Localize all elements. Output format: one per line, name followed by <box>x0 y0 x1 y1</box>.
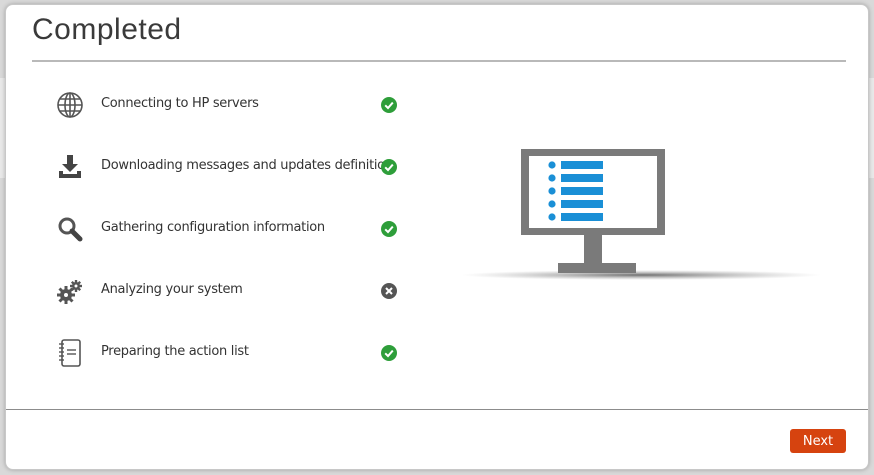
x-circle-icon <box>381 283 397 299</box>
dialog-title: Completed <box>32 13 182 46</box>
globe-icon <box>50 85 90 125</box>
check-icon <box>381 97 397 113</box>
step-preparing: Preparing the action list <box>50 333 410 395</box>
magnifier-icon <box>50 209 90 249</box>
step-gathering: Gathering configuration information <box>50 209 410 271</box>
step-label: Gathering configuration information <box>101 220 325 235</box>
monitor-list-icon <box>461 149 821 280</box>
title-divider <box>32 60 846 62</box>
completed-dialog: Completed Connecting to HP servers Downl… <box>5 4 869 470</box>
notepad-icon <box>50 333 90 373</box>
step-label: Analyzing your system <box>101 282 243 297</box>
footer-divider <box>6 409 868 410</box>
step-label: Connecting to HP servers <box>101 96 259 111</box>
check-icon <box>381 345 397 361</box>
step-label: Preparing the action list <box>101 344 249 359</box>
check-icon <box>381 221 397 237</box>
step-label: Downloading messages and updates definit… <box>101 158 393 173</box>
gears-icon <box>50 271 90 311</box>
next-button[interactable]: Next <box>790 429 846 453</box>
step-downloading: Downloading messages and updates definit… <box>50 147 410 209</box>
download-icon <box>50 147 90 187</box>
step-connecting: Connecting to HP servers <box>50 85 410 147</box>
step-list: Connecting to HP servers Downloading mes… <box>50 85 410 395</box>
check-icon <box>381 159 397 175</box>
step-analyzing: Analyzing your system <box>50 271 410 333</box>
